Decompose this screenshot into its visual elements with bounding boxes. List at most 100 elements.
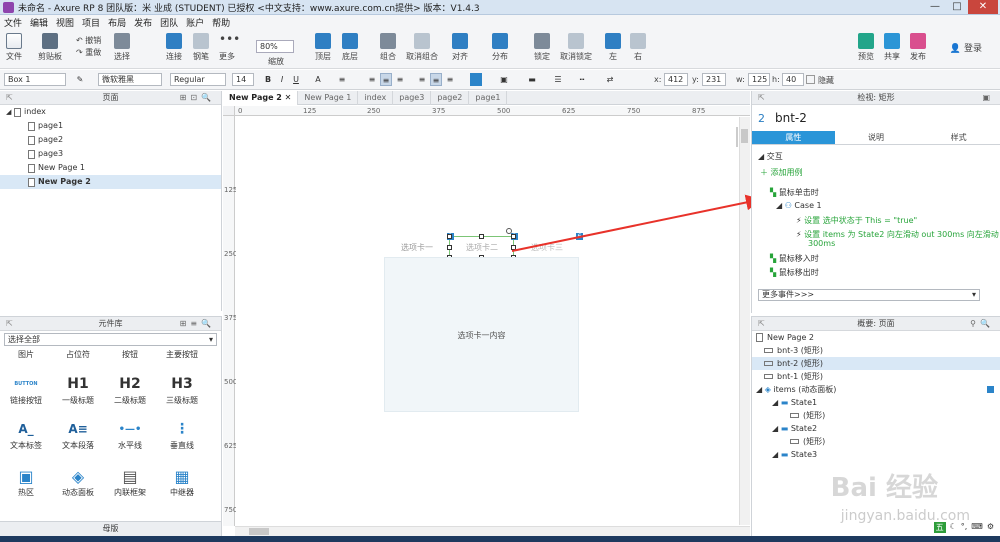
widget-repeater[interactable]: ▦ 中继器 xyxy=(160,465,204,498)
outline-row[interactable]: (矩形) xyxy=(752,435,1000,448)
align-center-icon[interactable]: ≡ xyxy=(380,73,392,86)
fill-color-icon[interactable] xyxy=(470,73,482,86)
page-tree-item[interactable]: page1 xyxy=(0,119,221,133)
menu-project[interactable]: 项目 xyxy=(82,16,100,29)
menu-view[interactable]: 视图 xyxy=(56,16,74,29)
bring-to-top-button[interactable]: 顶层 xyxy=(315,33,331,62)
resize-handle[interactable] xyxy=(447,234,452,239)
tab-page2[interactable]: page2 xyxy=(431,91,470,105)
login-button[interactable]: 👤 登录 xyxy=(950,41,982,54)
resize-handle[interactable] xyxy=(479,234,484,239)
line-color-icon[interactable]: ▬ xyxy=(526,73,538,86)
preview-button[interactable]: 预览 xyxy=(858,33,874,62)
pen-button[interactable]: 钢笔 xyxy=(193,33,209,62)
line-style-icon[interactable]: ┅ xyxy=(576,73,588,86)
collapse-triangle-icon[interactable]: ◢ xyxy=(6,105,11,119)
pin-icon[interactable]: ⇱ xyxy=(6,91,13,105)
line-width-icon[interactable]: ☰ xyxy=(552,73,564,86)
widget-text-label[interactable]: A_ 文本标签 xyxy=(4,418,48,451)
canvas-tab-button-1[interactable]: 选项卡一 xyxy=(401,242,433,253)
outline-row[interactable]: bnt-3 (矩形) xyxy=(752,344,1000,357)
align-left-icon[interactable]: ≡ xyxy=(366,73,378,86)
moon-icon[interactable]: ☾ xyxy=(950,522,957,533)
undo-button[interactable]: ↶ 撤销 xyxy=(76,35,101,46)
style-select[interactable]: Box 1 xyxy=(4,73,66,86)
pin-icon[interactable]: ⇱ xyxy=(758,91,765,105)
widget-hotspot[interactable]: ▣ 热区 xyxy=(4,465,48,498)
outline-row-selected[interactable]: bnt-2 (矩形) xyxy=(752,357,1000,370)
menu-file[interactable]: 文件 xyxy=(4,16,22,29)
send-to-bottom-button[interactable]: 底层 xyxy=(342,33,358,62)
widget-horizontal-line[interactable]: •—• 水平线 xyxy=(108,418,152,451)
font-family-select[interactable]: 微软雅黑 xyxy=(98,73,162,86)
widget-paragraph[interactable]: A≡ 文本段落 xyxy=(56,418,100,451)
widget-h1[interactable]: H1 一级标题 xyxy=(56,373,100,406)
resize-handle[interactable] xyxy=(511,245,516,250)
widget-primary-button[interactable]: 主要按钮 xyxy=(160,349,204,360)
distribute-button[interactable]: 分布 xyxy=(492,33,508,62)
font-weight-select[interactable]: Regular xyxy=(170,73,226,86)
right-panel-button[interactable]: 右 xyxy=(630,33,646,62)
widget-library-select[interactable]: 选择全部 xyxy=(4,333,217,346)
tab-properties[interactable]: 属性 xyxy=(752,131,835,144)
widget-vertical-line[interactable]: ⋮ 垂直线 xyxy=(160,418,204,451)
x-field[interactable]: 412 xyxy=(664,73,688,86)
lock-button[interactable]: 锁定 xyxy=(534,33,550,62)
event-onmouseout[interactable]: ▚ 鼠标移出时 xyxy=(770,267,819,278)
unlock-button[interactable]: 取消锁定 xyxy=(560,33,592,62)
w-field[interactable]: 125 xyxy=(748,73,770,86)
outline-page-row[interactable]: New Page 2 xyxy=(752,331,1000,344)
widget-button[interactable]: 按钮 xyxy=(108,349,152,360)
menu-edit[interactable]: 编辑 xyxy=(30,16,48,29)
valign-bottom-icon[interactable]: ≡ xyxy=(444,73,456,86)
page-tree-item[interactable]: page3 xyxy=(0,147,221,161)
tab-new-page-1[interactable]: New Page 1 xyxy=(298,91,359,105)
underline-button[interactable]: U xyxy=(290,73,302,86)
valign-top-icon[interactable]: ≡ xyxy=(416,73,428,86)
action-set-selected[interactable]: ⚡ 设置 选中状态于 This = "true" xyxy=(796,215,917,226)
page-tree-item-index[interactable]: ◢ index xyxy=(0,105,221,119)
redo-button[interactable]: ↷ 重做 xyxy=(76,47,101,58)
text-color-icon[interactable]: A xyxy=(312,73,324,86)
menu-publish[interactable]: 发布 xyxy=(134,16,152,29)
select-mode-button[interactable]: 选择 xyxy=(114,33,130,62)
ime-icon[interactable]: 五 xyxy=(933,522,946,533)
align-right-icon[interactable]: ≡ xyxy=(394,73,406,86)
widget-h3[interactable]: H3 三级标题 xyxy=(160,373,204,406)
menu-team[interactable]: 团队 xyxy=(160,16,178,29)
tab-notes[interactable]: 说明 xyxy=(835,131,918,144)
widget-tools[interactable]: ⊞≡🔍 xyxy=(180,317,215,331)
scroll-thumb[interactable] xyxy=(249,528,269,535)
widget-dynamic-panel[interactable]: ◈ 动态面板 xyxy=(56,465,100,498)
outline-row[interactable]: bnt-1 (矩形) xyxy=(752,370,1000,383)
hidden-checkbox[interactable] xyxy=(806,75,815,84)
left-panel-button[interactable]: 左 xyxy=(605,33,621,62)
tab-index[interactable]: index xyxy=(358,91,394,105)
h-field[interactable]: 40 xyxy=(782,73,804,86)
menu-help[interactable]: 帮助 xyxy=(212,16,230,29)
font-size-select[interactable]: 14 xyxy=(232,73,254,86)
widget-image[interactable]: 图片 xyxy=(4,349,48,360)
more-events-select[interactable]: 更多事件>>> xyxy=(758,289,980,301)
menu-account[interactable]: 账户 xyxy=(186,16,204,29)
case-1[interactable]: ◢ ⚇ Case 1 xyxy=(776,201,822,210)
more-button[interactable]: ••• 更多 xyxy=(219,33,240,62)
page-tree-item[interactable]: page2 xyxy=(0,133,221,147)
arrow-style-icon[interactable]: ⇄ xyxy=(604,73,616,86)
publish-button[interactable]: 发布 xyxy=(910,33,926,62)
bold-button[interactable]: B xyxy=(262,73,274,86)
outline-row-state[interactable]: ◢ ▬ State3 xyxy=(752,448,1000,461)
canvas-tab-button-3[interactable]: 选项卡三 xyxy=(531,242,563,253)
valign-middle-icon[interactable]: ≡ xyxy=(430,73,442,86)
bullet-list-icon[interactable]: ≡ xyxy=(336,73,348,86)
outline-row-dynamic-panel[interactable]: ◢ ◈ items (动态面板) xyxy=(752,383,1000,396)
punctuation-icon[interactable]: °, xyxy=(961,522,968,533)
outline-tools[interactable]: ⚲🔍 xyxy=(970,317,994,331)
widget-h2[interactable]: H2 二级标题 xyxy=(108,373,152,406)
canvas-horizontal-scrollbar[interactable] xyxy=(235,526,750,536)
event-onmouseenter[interactable]: ▚ 鼠标移入时 xyxy=(770,253,819,264)
pin-icon[interactable]: ⇱ xyxy=(6,317,13,331)
y-field[interactable]: 231 xyxy=(702,73,726,86)
minimize-button[interactable]: — xyxy=(924,0,946,14)
shadow-icon[interactable]: ▣ xyxy=(498,73,510,86)
